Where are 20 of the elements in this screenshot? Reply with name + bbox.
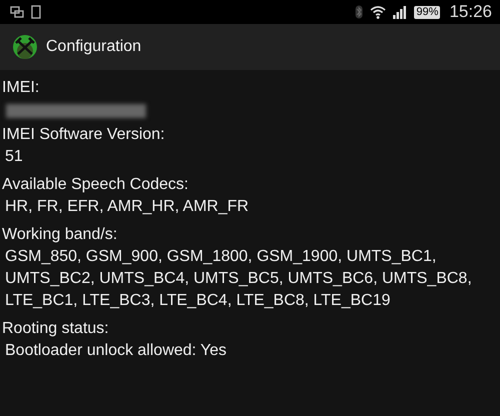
field-value: UMTS_BC2, UMTS_BC4, UMTS_BC5, UMTS_BC6, UMTS_BC8, xyxy=(4,269,473,289)
signal-icon xyxy=(393,5,408,19)
clock: 15:26 xyxy=(449,2,492,22)
battery-level: 99% xyxy=(414,6,440,18)
screens-icon xyxy=(10,6,24,18)
phone-icon xyxy=(31,5,41,19)
bluetooth-icon xyxy=(355,5,364,19)
app-logo-icon xyxy=(12,34,38,60)
field-value: 51 xyxy=(4,147,24,167)
field-value: GSM_850, GSM_900, GSM_1800, GSM_1900, UMTS_BC1, xyxy=(4,247,438,267)
field-value: HR, FR, EFR, AMR_HR, AMR_FR xyxy=(4,197,250,217)
wifi-icon xyxy=(370,5,386,19)
field-label: Working band/s: xyxy=(2,225,118,245)
screen-title: Configuration xyxy=(46,38,142,56)
field-label: Rooting status: xyxy=(2,319,110,339)
field-label: IMEI Software Version: xyxy=(2,125,166,145)
field-value: LTE_BC1, LTE_BC3, LTE_BC4, LTE_BC8, LTE_BC19 xyxy=(4,291,392,311)
field-label: Available Speech Codecs: xyxy=(2,175,190,195)
field-value: Bootloader unlock allowed: Yes xyxy=(4,341,228,361)
field-label: IMEI: xyxy=(2,78,40,98)
